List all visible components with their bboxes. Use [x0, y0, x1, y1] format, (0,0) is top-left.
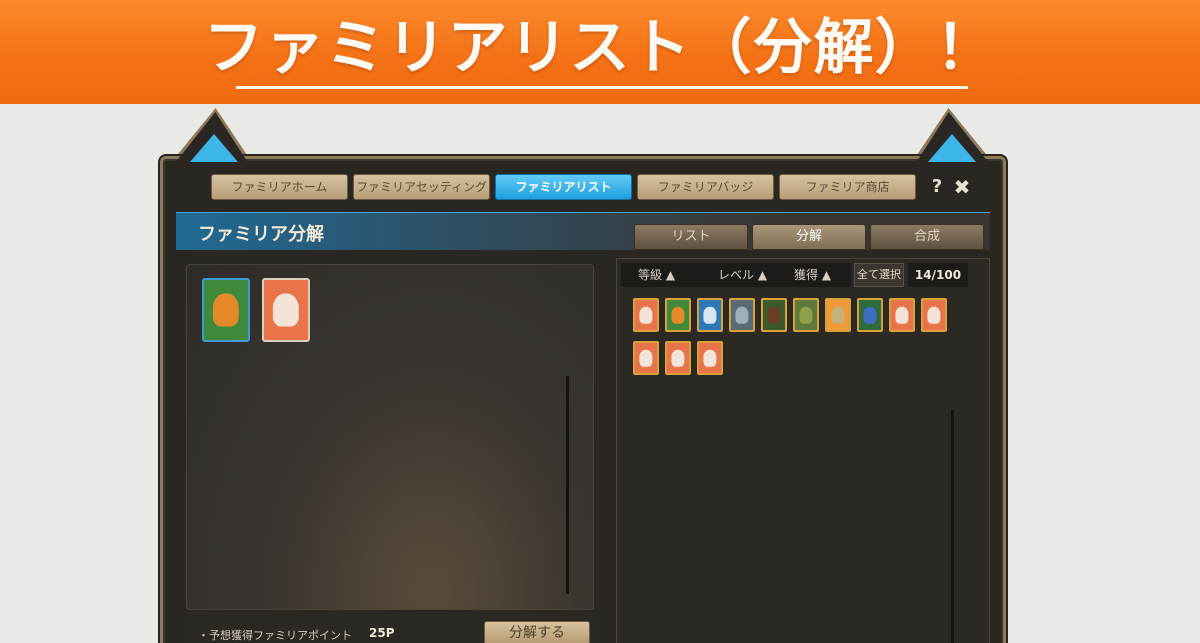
penguin-familiar-icon [639, 306, 653, 324]
familiar-card[interactable] [857, 298, 883, 332]
expected-points-value: 25P [369, 626, 395, 640]
familiar-card[interactable] [665, 298, 691, 332]
familiar-card[interactable] [665, 341, 691, 375]
penguin-familiar-icon [927, 306, 941, 324]
familiar-card[interactable] [921, 298, 947, 332]
tab-familiar-badge[interactable]: ファミリアバッジ [637, 174, 774, 200]
penguin-familiar-icon [639, 349, 653, 367]
green-creature-familiar-icon [799, 306, 813, 324]
penguin-familiar-icon [272, 293, 300, 327]
tab-familiar-list[interactable]: ファミリアリスト [495, 174, 632, 200]
familiar-card[interactable] [633, 341, 659, 375]
expected-points-label: ・予想獲得ファミリアポイント [198, 629, 352, 642]
sort-acquired-button[interactable]: 獲得 ▲ [794, 266, 831, 284]
selected-familiar-card[interactable] [202, 278, 250, 342]
slide-title: ファミリアリスト（分解）！ [203, 13, 997, 83]
right-scrollbar[interactable] [951, 410, 954, 643]
gray-snail-familiar-icon [735, 306, 749, 324]
penguin-familiar-icon [895, 306, 909, 324]
blue-mushroom-familiar-icon [863, 306, 877, 324]
sort-grade-button[interactable]: 等級 ▲ [638, 266, 675, 284]
close-icon[interactable]: ✖ [952, 176, 972, 198]
familiar-card[interactable] [697, 341, 723, 375]
mushroom-familiar-icon [831, 306, 845, 324]
subtab-decompose[interactable]: 分解 [752, 224, 866, 250]
select-all-button[interactable]: 全て選択 [854, 263, 904, 287]
penguin-familiar-icon [671, 349, 685, 367]
tab-familiar-setting[interactable]: ファミリアセッティング [353, 174, 490, 200]
sort-level-button[interactable]: レベル ▲ [718, 266, 767, 284]
familiar-count: 14/100 [908, 263, 968, 287]
familiar-card[interactable] [793, 298, 819, 332]
selected-familiar-card[interactable] [262, 278, 310, 342]
brown-creature-familiar-icon [767, 306, 781, 324]
tab-familiar-home[interactable]: ファミリアホーム [211, 174, 348, 200]
familiar-card[interactable] [825, 298, 851, 332]
subtab-combine[interactable]: 合成 [870, 224, 984, 250]
familiar-card[interactable] [761, 298, 787, 332]
familiar-card[interactable] [889, 298, 915, 332]
left-scrollbar[interactable] [566, 376, 569, 594]
subtab-list[interactable]: リスト [634, 224, 748, 250]
ear-gem-left-icon [190, 134, 238, 162]
help-icon[interactable]: ? [928, 176, 946, 198]
ear-gem-right-icon [928, 134, 976, 162]
familiar-card[interactable] [697, 298, 723, 332]
mushroom-familiar-icon [212, 293, 240, 327]
tab-familiar-shop[interactable]: ファミリア商店 [779, 174, 916, 200]
familiar-card[interactable] [633, 298, 659, 332]
decompose-button[interactable]: 分解する [484, 621, 590, 643]
familiar-card[interactable] [729, 298, 755, 332]
mushroom-familiar-icon [671, 306, 685, 324]
section-title: ファミリア分解 [198, 224, 324, 245]
blue-bird-familiar-icon [703, 306, 717, 324]
title-underline [236, 86, 968, 89]
penguin-familiar-icon [703, 349, 717, 367]
